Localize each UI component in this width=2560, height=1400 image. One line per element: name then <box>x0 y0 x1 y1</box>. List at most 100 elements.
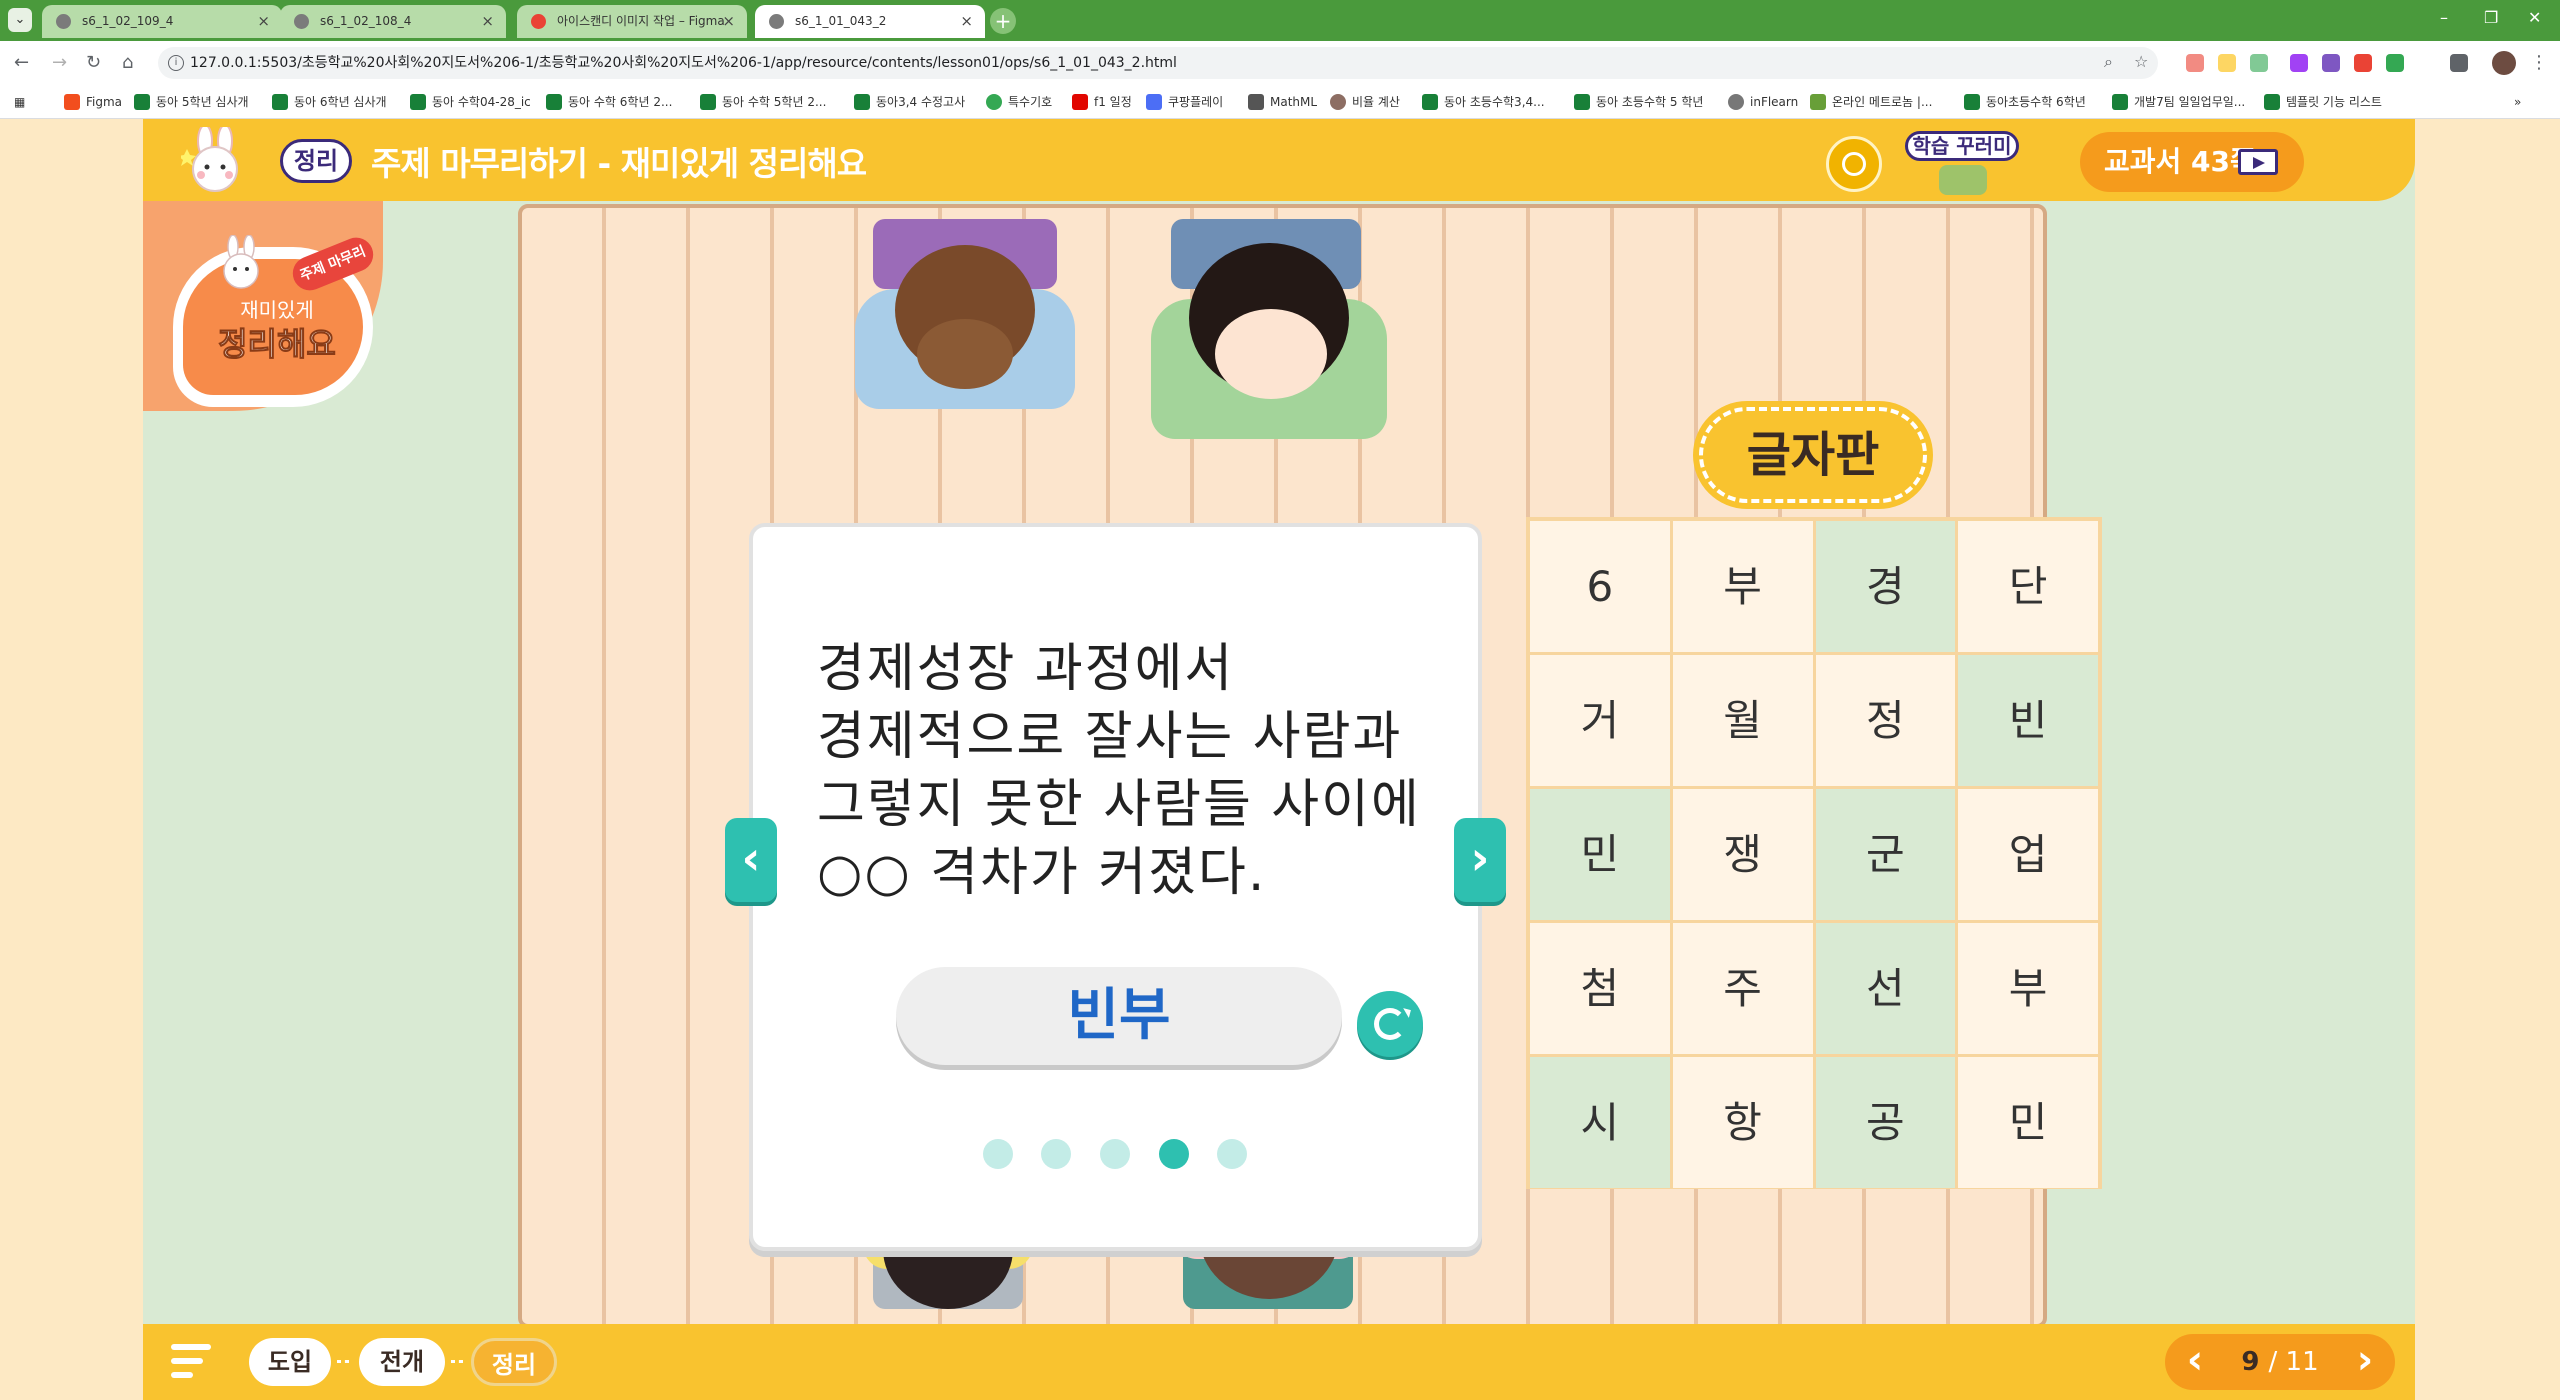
bookmark-item[interactable]: f1 일정 <box>1072 85 1132 119</box>
more-menu-icon[interactable]: ⋮ <box>2530 52 2548 73</box>
letter-cell[interactable]: 선 <box>1815 923 1956 1054</box>
letter-cell[interactable]: 항 <box>1672 1057 1813 1188</box>
extension-icon[interactable] <box>2290 54 2308 72</box>
step-intro-button[interactable]: 도입 <box>249 1338 331 1386</box>
bunny-mascot-icon <box>181 127 238 192</box>
letter-cell[interactable]: 민 <box>1958 1057 2098 1188</box>
letter-cell[interactable]: 공 <box>1815 1057 1956 1188</box>
letter-cell[interactable]: 거 <box>1530 655 1670 786</box>
step-develop-button[interactable]: 전개 <box>359 1338 445 1386</box>
bookmark-item[interactable]: 동아 초등수학 5 학년 <box>1574 85 1703 119</box>
new-tab-button[interactable]: + <box>990 8 1016 34</box>
bookmark-item[interactable]: 개발7팀 일일업무일... <box>2112 85 2245 119</box>
sheets-icon <box>2112 94 2128 110</box>
info-icon[interactable]: i <box>168 55 184 71</box>
letter-cell[interactable]: 쟁 <box>1672 789 1813 920</box>
step-wrapup-button[interactable]: 정리 <box>471 1338 557 1386</box>
browser-tab[interactable]: 아이스캔디 이미지 작업 – Figma × <box>517 5 747 38</box>
letter-cell[interactable]: 부 <box>1672 521 1813 652</box>
forward-icon[interactable]: → <box>52 52 67 73</box>
extension-icon[interactable] <box>2322 54 2340 72</box>
next-page-button[interactable]: › <box>2345 1334 2385 1390</box>
bookmark-item[interactable]: MathML <box>1248 85 1317 119</box>
profile-avatar[interactable] <box>2492 51 2516 75</box>
previous-page-button[interactable]: ‹ <box>2175 1334 2215 1390</box>
next-question-button[interactable]: › <box>1454 818 1506 902</box>
quiz-card: 경제성장 과정에서 경제적으로 잘사는 사람과 그렇지 못한 사람들 사이에 ○… <box>749 523 1482 1251</box>
letter-cell[interactable]: 6 <box>1530 521 1670 652</box>
bookmark-item[interactable]: Figma <box>64 85 122 119</box>
letter-cell[interactable]: 경 <box>1815 521 1956 652</box>
bookmark-item[interactable]: 동아 수학04-28_ic <box>410 85 531 119</box>
letter-cell[interactable]: 부 <box>1958 923 2098 1054</box>
extension-icon[interactable] <box>2386 54 2404 72</box>
letter-cell[interactable]: 군 <box>1815 789 1956 920</box>
menu-icon[interactable] <box>171 1344 211 1380</box>
browser-tab[interactable]: s6_1_02_108_4 × <box>280 5 506 38</box>
apps-icon[interactable]: ▦ <box>14 85 25 119</box>
bookmark-item[interactable]: 동아3,4 수정고사 <box>854 85 965 119</box>
bookmark-item[interactable]: 동아 초등수학3,4... <box>1422 85 1545 119</box>
home-icon[interactable]: ⌂ <box>122 52 133 73</box>
letter-cell[interactable]: 업 <box>1958 789 2098 920</box>
bookmark-item[interactable]: inFlearn <box>1728 85 1798 119</box>
letter-cell[interactable]: 빈 <box>1958 655 2098 786</box>
letter-cell[interactable]: 민 <box>1530 789 1670 920</box>
tab-title: 아이스캔디 이미지 작업 – Figma <box>557 14 725 28</box>
browser-tab[interactable]: s6_1_02_109_4 × <box>42 5 282 38</box>
pagination-dot[interactable] <box>983 1139 1013 1169</box>
globe-icon <box>294 14 309 29</box>
letter-cell[interactable]: 정 <box>1815 655 1956 786</box>
learning-bundle-button[interactable]: 학습 꾸러미 <box>1903 125 2023 197</box>
letter-cell[interactable]: 월 <box>1672 655 1813 786</box>
bookmark-item[interactable]: 동아초등수학 6학년 <box>1964 85 2086 119</box>
previous-question-button[interactable]: ‹ <box>725 818 777 902</box>
more-bookmarks-icon[interactable]: » <box>2514 85 2521 119</box>
pagination-dot[interactable] <box>1041 1139 1071 1169</box>
bundle-label: 학습 꾸러미 <box>1905 131 2019 161</box>
reload-icon[interactable]: ↻ <box>86 52 101 73</box>
letter-cell[interactable]: 단 <box>1958 521 2098 652</box>
letter-cell[interactable]: 첨 <box>1530 923 1670 1054</box>
bookmark-item[interactable]: 동아 수학 5학년 2... <box>700 85 826 119</box>
bookmark-item[interactable]: 온라인 메트로놈 |... <box>1810 85 1932 119</box>
close-icon[interactable]: × <box>722 5 735 38</box>
chevron-left-icon: ‹ <box>741 831 761 885</box>
bookmark-item[interactable]: 쿠팡플레이 <box>1146 85 1223 119</box>
minimize-icon[interactable]: – <box>2440 8 2448 27</box>
student-character <box>1151 219 1387 489</box>
extension-icon[interactable] <box>2354 54 2372 72</box>
zoom-icon[interactable]: ⌕ <box>2104 52 2113 72</box>
pagination-dot-active[interactable] <box>1159 1139 1189 1169</box>
answer-box[interactable]: 빈부 <box>896 967 1342 1065</box>
sheets-icon <box>546 94 562 110</box>
letter-cell[interactable]: 시 <box>1530 1057 1670 1188</box>
pointer-tool-button[interactable] <box>1826 136 1882 192</box>
bookmark-item[interactable]: 특수기호 <box>986 85 1052 119</box>
extension-icon[interactable] <box>2250 54 2268 72</box>
browser-tab-active[interactable]: s6_1_01_043_2 × <box>755 5 985 38</box>
pagination-dot[interactable] <box>1100 1139 1130 1169</box>
close-icon[interactable]: × <box>960 5 973 38</box>
tab-search-icon[interactable]: ⌄ <box>8 8 32 32</box>
close-icon[interactable]: × <box>257 5 270 38</box>
back-icon[interactable]: ← <box>14 52 29 73</box>
extension-icon[interactable] <box>2186 54 2204 72</box>
restore-icon[interactable]: ❐ <box>2484 8 2498 27</box>
extensions-menu-icon[interactable] <box>2450 54 2468 72</box>
close-window-icon[interactable]: ✕ <box>2528 8 2541 27</box>
bookmark-item[interactable]: 비율 계산 <box>1330 85 1400 119</box>
page-navigator: ‹ 9 / 11 › <box>2165 1334 2395 1390</box>
extension-icon[interactable] <box>2218 54 2236 72</box>
letter-cell[interactable]: 주 <box>1672 923 1813 1054</box>
bookmark-item[interactable]: 템플릿 기능 리스트 <box>2264 85 2382 119</box>
bookmark-item[interactable]: 동아 5학년 심사개 <box>134 85 249 119</box>
url-input[interactable]: i 127.0.0.1:5503/초등학교%20사회%20지도서%206-1/초… <box>158 47 2158 79</box>
bookmark-item[interactable]: 동아 수학 6학년 2... <box>546 85 672 119</box>
textbook-page-button[interactable]: 교과서 43쪽 <box>2080 132 2304 192</box>
bookmark-item[interactable]: 동아 6학년 심사개 <box>272 85 387 119</box>
star-icon[interactable]: ☆ <box>2134 52 2148 71</box>
pagination-dot[interactable] <box>1217 1139 1247 1169</box>
retry-button[interactable] <box>1357 991 1423 1057</box>
close-icon[interactable]: × <box>481 5 494 38</box>
